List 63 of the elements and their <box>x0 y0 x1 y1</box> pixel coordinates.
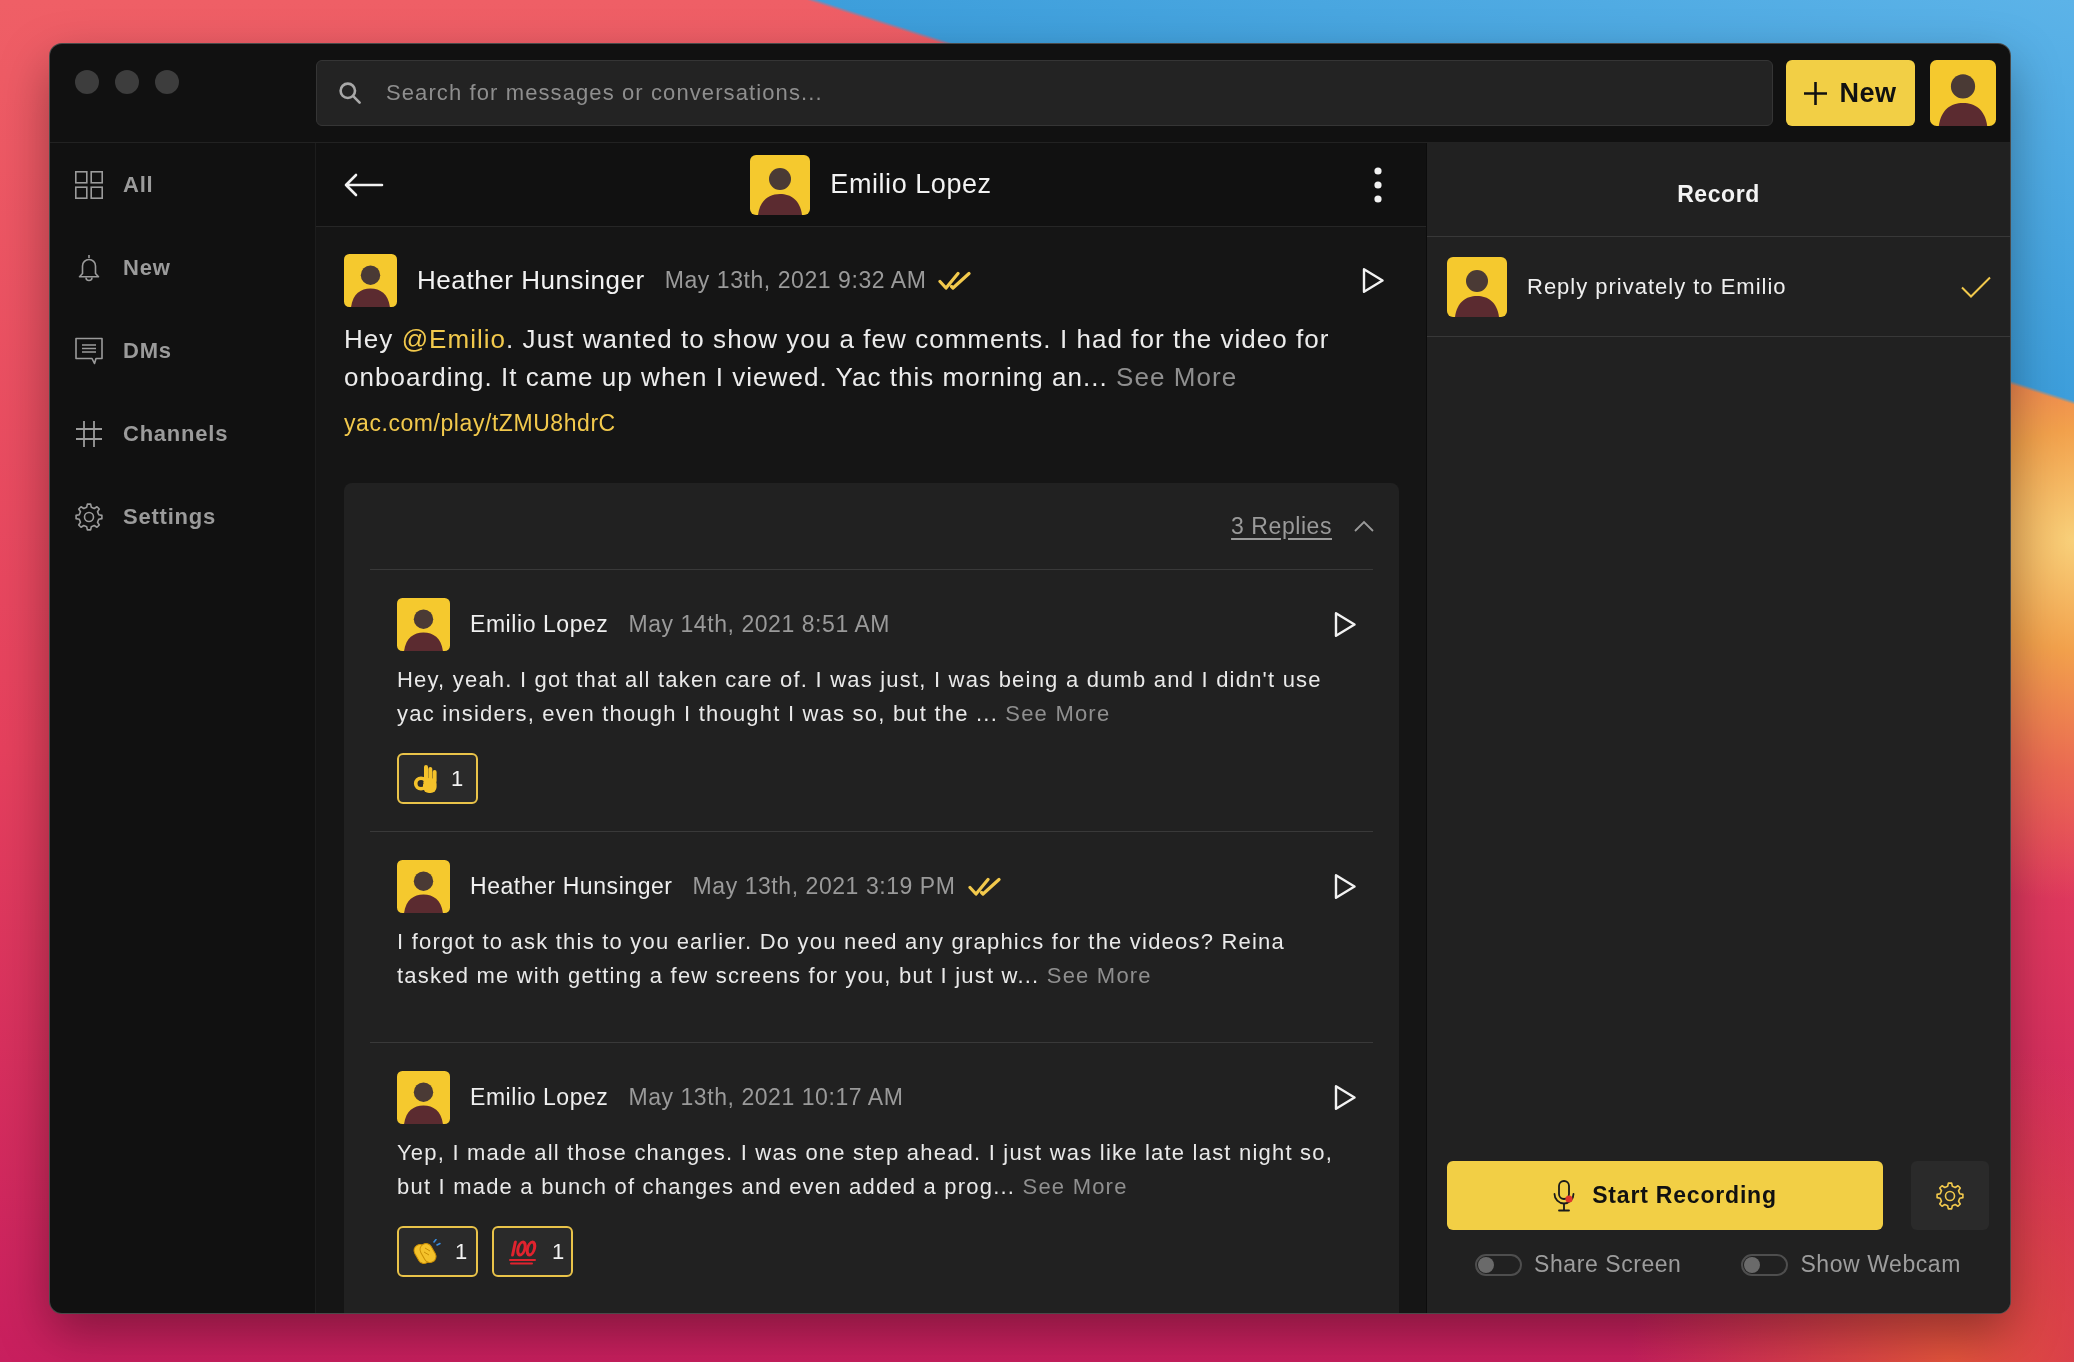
see-more-link[interactable]: See More <box>1116 362 1238 392</box>
avatar-icon <box>397 1071 450 1124</box>
sidebar-item[interactable]: Settings <box>50 475 315 558</box>
message-text: Hey @Emilio. Just wanted to show you a few comments. I had for the video for onboarding. It came up when I viewed. Yac this morning an... See More <box>344 323 1331 394</box>
sidebar-item[interactable]: All <box>50 143 315 226</box>
play-icon[interactable] <box>1334 611 1356 638</box>
settings-icon <box>75 502 103 531</box>
reply-text: I forgot to ask this to you earlier. Do you need any graphics for the videos? Reina tasked me with getting a few screens for you, but I just w... See More <box>397 928 1286 990</box>
reaction-button[interactable]: 1 <box>397 753 478 804</box>
author-name: Emilio Lopez <box>470 1084 609 1111</box>
toggle-label: Share Screen <box>1534 1251 1682 1278</box>
toggle-label: Show Webcam <box>1800 1251 1961 1278</box>
author-name: Emilio Lopez <box>470 611 609 638</box>
recipient-option[interactable]: Reply privately to Emilio <box>1427 237 2010 337</box>
message-time: May 13th, 2021 10:17 AM <box>628 1084 904 1111</box>
play-icon[interactable] <box>1334 873 1356 900</box>
mention-link[interactable]: @Emilio <box>401 324 507 354</box>
avatar-icon <box>397 860 450 913</box>
replies-link[interactable]: 3 Replies <box>1231 512 1332 540</box>
see-more-link[interactable]: See More <box>1005 701 1111 726</box>
avatar-icon <box>344 254 397 307</box>
panel-title: Record <box>1677 181 1760 208</box>
sidebar-item[interactable]: New <box>50 226 315 309</box>
see-more-link[interactable]: See More <box>1046 963 1152 988</box>
sidebar-item[interactable]: DMs <box>50 309 315 392</box>
hashtag-icon <box>75 419 103 448</box>
reaction-button[interactable]: 1 <box>492 1226 573 1277</box>
search-icon <box>339 82 361 104</box>
chevron-up-icon[interactable] <box>1354 520 1374 532</box>
hundred-points-icon <box>508 1238 538 1265</box>
message-time: May 13th, 2021 3:19 PM <box>692 873 956 900</box>
see-more-link[interactable]: See More <box>1022 1174 1128 1199</box>
new-button[interactable]: New <box>1786 60 1915 126</box>
play-icon[interactable] <box>1362 267 1384 294</box>
grid-icon <box>75 170 103 199</box>
author-name: Heather Hunsinger <box>417 265 645 296</box>
video-link[interactable]: yac.com/play/tZMU8hdrC <box>344 407 616 439</box>
back-arrow-icon[interactable] <box>344 172 384 197</box>
profile-avatar-icon[interactable] <box>1930 60 1996 126</box>
reply-text: Yep, I made all those changes. I was one step ahead. I just was like late last night so, but I made a bunch of changes and even added a prog... See More <box>397 1139 1335 1201</box>
toggle-switch[interactable] <box>1475 1253 1523 1276</box>
toggle-switch[interactable] <box>1741 1253 1789 1276</box>
conversation-title: Emilio Lopez <box>830 169 992 200</box>
avatar-icon <box>1447 256 1507 317</box>
message-icon <box>75 336 103 365</box>
plus-icon <box>1804 81 1828 105</box>
author-name: Heather Hunsinger <box>470 873 673 900</box>
settings-icon <box>1936 1181 1964 1210</box>
play-icon[interactable] <box>1334 1084 1356 1111</box>
message-time: May 13th, 2021 9:32 AM <box>664 267 927 294</box>
start-recording-button[interactable]: Start Recording <box>1447 1161 1883 1230</box>
reply-text: Hey, yeah. I got that all taken care of. I was just, I was being a dumb and I didn't use yac insiders, even though I thought I was so, but the ... See More <box>397 666 1323 728</box>
settings-button[interactable] <box>1911 1161 1989 1230</box>
more-options-icon[interactable] <box>1374 166 1382 203</box>
ok-hand-icon <box>413 763 437 794</box>
message-time: May 14th, 2021 8:51 AM <box>628 611 891 638</box>
avatar-icon <box>750 154 811 215</box>
clapping-hands-icon <box>413 1238 441 1265</box>
microphone-icon <box>1553 1179 1576 1212</box>
search-field[interactable]: Search for messages or conversations... <box>316 60 1773 126</box>
sidebar-item[interactable]: Channels <box>50 392 315 475</box>
reaction-button[interactable]: 1 <box>397 1226 478 1277</box>
avatar-icon <box>397 598 450 651</box>
